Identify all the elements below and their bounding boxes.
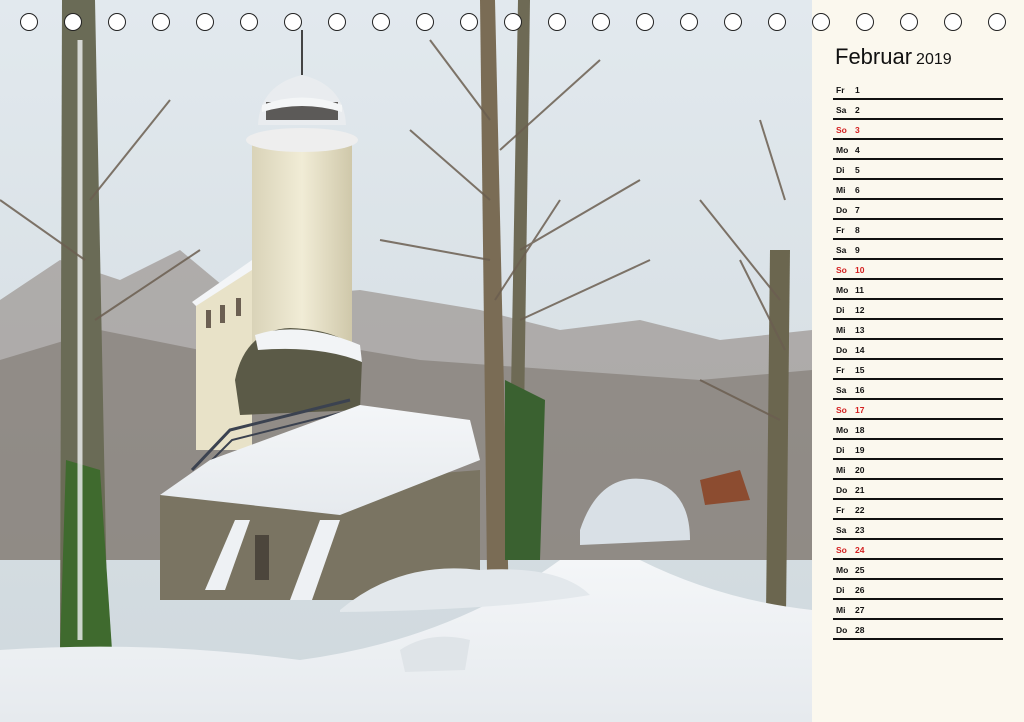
day-row: Fr 22	[833, 501, 1003, 520]
day-name: So	[836, 545, 847, 555]
day-row: Do 28	[833, 621, 1003, 640]
day-number: 27	[855, 605, 865, 615]
day-row: Mo 4	[833, 141, 1003, 160]
day-name: Fr	[836, 505, 845, 515]
day-row: Mi 20	[833, 461, 1003, 480]
day-name: Mo	[836, 285, 849, 295]
day-number: 14	[855, 345, 865, 355]
day-row: Do 14	[833, 341, 1003, 360]
day-name: Sa	[836, 245, 847, 255]
day-row: Di 26	[833, 581, 1003, 600]
day-name: Mi	[836, 605, 846, 615]
day-name: Do	[836, 625, 848, 635]
day-row: Do 21	[833, 481, 1003, 500]
day-row: Sa 9	[833, 241, 1003, 260]
day-row: So 3	[833, 121, 1003, 140]
day-number: 25	[855, 565, 865, 575]
day-row: Sa 16	[833, 381, 1003, 400]
day-name: Do	[836, 205, 848, 215]
day-row: Mi 27	[833, 601, 1003, 620]
calendar-page: Februar 2019 Fr 1 Sa 2 So 3 Mo 4 Di 5 Mi 6 Do 7 Fr 8 Sa 9 S…	[0, 0, 1024, 722]
day-number: 15	[855, 365, 865, 375]
day-name: So	[836, 125, 847, 135]
day-row: Mi 6	[833, 181, 1003, 200]
day-number: 11	[855, 285, 864, 295]
month-title: Februar 2019	[835, 44, 952, 70]
day-name: Mi	[836, 465, 846, 475]
day-number: 17	[855, 405, 865, 415]
day-number: 19	[855, 445, 865, 455]
day-row: Di 19	[833, 441, 1003, 460]
day-name: Di	[836, 445, 845, 455]
winter-castle-photo	[0, 0, 812, 722]
day-row: Sa 23	[833, 521, 1003, 540]
day-name: Di	[836, 165, 845, 175]
day-name: Do	[836, 345, 848, 355]
day-name: Di	[836, 305, 845, 315]
day-row: Mo 18	[833, 421, 1003, 440]
day-name: Sa	[836, 105, 847, 115]
month-name: Februar	[835, 44, 913, 69]
day-number: 21	[855, 485, 865, 495]
day-name: So	[836, 265, 847, 275]
day-row: Mo 25	[833, 561, 1003, 580]
day-name: Di	[836, 585, 845, 595]
day-name: Mo	[836, 565, 849, 575]
day-name: Mi	[836, 325, 846, 335]
day-number: 22	[855, 505, 865, 515]
day-number: 24	[855, 545, 865, 555]
day-name: Sa	[836, 385, 847, 395]
day-name: Fr	[836, 365, 845, 375]
day-name: Fr	[836, 85, 845, 95]
day-name: So	[836, 405, 847, 415]
day-row: Do 7	[833, 201, 1003, 220]
year-label: 2019	[916, 51, 952, 68]
day-number: 13	[855, 325, 865, 335]
day-row: Fr 1	[833, 81, 1003, 100]
day-row: So 24	[833, 541, 1003, 560]
day-number: 4	[855, 145, 860, 155]
day-name: Sa	[836, 525, 847, 535]
day-row: Mo 11	[833, 281, 1003, 300]
day-name: Mo	[836, 425, 849, 435]
day-number: 8	[855, 225, 860, 235]
day-number: 18	[855, 425, 865, 435]
day-row: Fr 15	[833, 361, 1003, 380]
day-row: Fr 8	[833, 221, 1003, 240]
day-row: Sa 2	[833, 101, 1003, 120]
day-number: 6	[855, 185, 860, 195]
day-row: Di 12	[833, 301, 1003, 320]
day-number: 2	[855, 105, 860, 115]
day-number: 23	[855, 525, 865, 535]
day-row: So 17	[833, 401, 1003, 420]
day-number: 26	[855, 585, 865, 595]
day-number: 5	[855, 165, 860, 175]
day-number: 28	[855, 625, 865, 635]
day-number: 12	[855, 305, 865, 315]
day-number: 16	[855, 385, 865, 395]
day-name: Mi	[836, 185, 846, 195]
day-row: So 10	[833, 261, 1003, 280]
day-name: Do	[836, 485, 848, 495]
day-number: 10	[855, 265, 865, 275]
day-number: 20	[855, 465, 865, 475]
day-row: Di 5	[833, 161, 1003, 180]
day-number: 9	[855, 245, 860, 255]
day-number: 7	[855, 205, 860, 215]
day-number: 1	[855, 85, 860, 95]
day-name: Mo	[836, 145, 849, 155]
day-name: Fr	[836, 225, 845, 235]
day-row: Mi 13	[833, 321, 1003, 340]
day-number: 3	[855, 125, 860, 135]
day-list: Fr 1 Sa 2 So 3 Mo 4 Di 5 Mi 6 Do 7 Fr 8 Sa 9 So 10 Mo 11 Di 12 M…	[833, 81, 1003, 641]
